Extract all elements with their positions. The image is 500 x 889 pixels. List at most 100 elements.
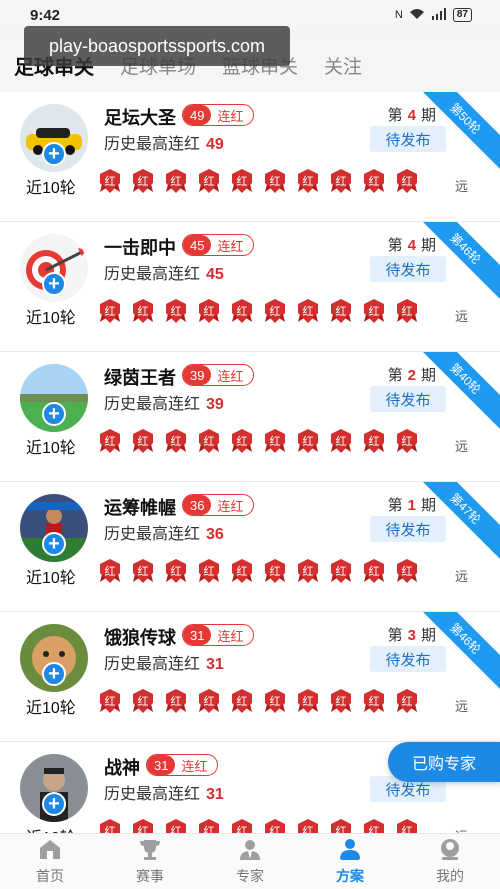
red-result-badge: 红 (362, 688, 386, 714)
recent-label: 近10轮 (26, 310, 76, 327)
badge-label: 红 (104, 436, 116, 448)
nav-label: 赛事 (136, 868, 164, 884)
red-result-badge: 红 (296, 168, 320, 194)
follow-plus-icon[interactable]: + (42, 532, 66, 556)
badge-label: 红 (137, 566, 149, 578)
nav-0[interactable]: 首页 (0, 834, 100, 889)
red-result-badge: 红 (164, 428, 188, 454)
red-result-badge: 红 (98, 168, 122, 194)
red-result-badge: 红 (230, 688, 254, 714)
trophy-icon (137, 837, 163, 866)
follow-plus-icon[interactable]: + (42, 272, 66, 296)
badge-label: 红 (170, 436, 182, 448)
streak-label: 连红 (217, 108, 244, 124)
nav-1[interactable]: 赛事 (100, 834, 200, 889)
red-result-badge: 红 (131, 168, 155, 194)
badge-label: 红 (269, 566, 281, 578)
expert-card[interactable]: + 一击即中 45 连红 历史最高连红 45 第 4 期待发布 第46轮 近10轮红红红红红红红红红… (0, 222, 500, 352)
badge-label: 红 (104, 696, 116, 708)
period-suffix: 期 (420, 627, 436, 644)
streak-badge: 45 连红 (182, 234, 255, 256)
streak-badge: 39 连红 (182, 364, 255, 386)
red-result-badge: 红 (230, 428, 254, 454)
period: 第4期 (388, 234, 436, 255)
tab-3[interactable]: 关注 (324, 52, 362, 79)
follow-plus-icon[interactable]: + (42, 792, 66, 816)
red-result-badge: 红 (263, 298, 287, 324)
history-value: 36 (206, 526, 224, 543)
history-value: 31 (206, 786, 224, 803)
streak-label: 连红 (217, 368, 244, 384)
red-result-badge: 红 (164, 558, 188, 584)
history-label: 历史最高连红 (104, 656, 201, 673)
history-best: 历史最高连红 36 (104, 520, 224, 544)
recent-label: 近10轮 (26, 570, 76, 587)
expert-card[interactable]: + 绿茵王者 39 连红 历史最高连红 39 第 2 期待发布 第40轮 近10轮红红红红红红红红红… (0, 352, 500, 482)
badge-label: 红 (170, 566, 182, 578)
expert-name: 战神 (104, 758, 140, 778)
badge-label: 红 (401, 436, 413, 448)
badge-label: 红 (368, 436, 380, 448)
red-result-badge: 红 (98, 428, 122, 454)
period-prefix: 第 (387, 237, 403, 254)
period: 第2期 (388, 364, 436, 385)
badge-label: 红 (137, 696, 149, 708)
badge-label: 红 (401, 696, 413, 708)
streak-label: 连红 (181, 758, 208, 774)
badge-label: 红 (302, 566, 314, 578)
streak-badge: 36 连红 (182, 494, 255, 516)
period-prefix: 第 (387, 497, 403, 514)
period-suffix: 期 (420, 367, 436, 384)
pending-button[interactable]: 待发布 (370, 386, 446, 412)
badge-label: 红 (368, 566, 380, 578)
badge-label: 红 (203, 566, 215, 578)
expert-card[interactable]: + 足坛大圣 49 连红 历史最高连红 49 第 4 期待发布 第50轮 近10轮红红红红红红红红红… (0, 92, 500, 222)
history-label: 历史最高连红 (104, 526, 201, 543)
badge-label: 红 (236, 566, 248, 578)
expert-name: 绿茵王者 (104, 368, 176, 388)
badge-label: 红 (203, 306, 215, 318)
status-icons: N 87 (395, 7, 472, 23)
red-result-badge: 红 (395, 558, 419, 584)
badge-label: 红 (236, 176, 248, 188)
streak-count: 45 (183, 235, 212, 255)
pending-button[interactable]: 待发布 (370, 646, 446, 672)
red-result-badge: 红 (197, 558, 221, 584)
expert-card[interactable]: + 饿狼传球 31 连红 历史最高连红 31 第 3 期待发布 第46轮 近10轮红红红红红红红红红… (0, 612, 500, 742)
red-result-badge: 红 (329, 558, 353, 584)
red-result-badge: 红 (362, 428, 386, 454)
nav-4[interactable]: 我的 (400, 834, 500, 889)
badge-label: 红 (236, 696, 248, 708)
far-label: 远 (454, 699, 468, 714)
red-result-badge: 红 (395, 298, 419, 324)
follow-plus-icon[interactable]: + (42, 142, 66, 166)
pending-button[interactable]: 待发布 (370, 516, 446, 542)
red-result-badge: 红 (230, 558, 254, 584)
badge-label: 红 (269, 696, 281, 708)
nav-2[interactable]: 专家 (200, 834, 300, 889)
red-result-badge: 红 (164, 298, 188, 324)
pending-button[interactable]: 待发布 (370, 126, 446, 152)
follow-plus-icon[interactable]: + (42, 662, 66, 686)
signal-icon (431, 7, 447, 23)
red-result-badge: 红 (230, 168, 254, 194)
nav-3[interactable]: 方案 (300, 834, 400, 889)
history-value: 49 (206, 136, 224, 153)
red-result-badge: 红 (197, 428, 221, 454)
badge-label: 红 (401, 306, 413, 318)
red-result-badge: 红 (98, 298, 122, 324)
red-result-badge: 红 (164, 688, 188, 714)
expert-card[interactable]: + 运筹帷幄 36 连红 历史最高连红 36 第 1 期待发布 第47轮 近10轮红红红红红红红红红… (0, 482, 500, 612)
pending-button[interactable]: 待发布 (370, 256, 446, 282)
nav-label: 首页 (36, 868, 64, 884)
follow-plus-icon[interactable]: + (42, 402, 66, 426)
badge-label: 红 (170, 306, 182, 318)
expert-name: 足坛大圣 (104, 108, 176, 128)
period-number: 4 (407, 237, 416, 254)
red-result-badge: 红 (362, 558, 386, 584)
red-result-badge: 红 (362, 298, 386, 324)
plan-icon (337, 837, 363, 866)
purchased-experts-button[interactable]: 已购专家 (388, 742, 500, 782)
period-number: 1 (407, 497, 416, 514)
period-suffix: 期 (420, 107, 436, 124)
